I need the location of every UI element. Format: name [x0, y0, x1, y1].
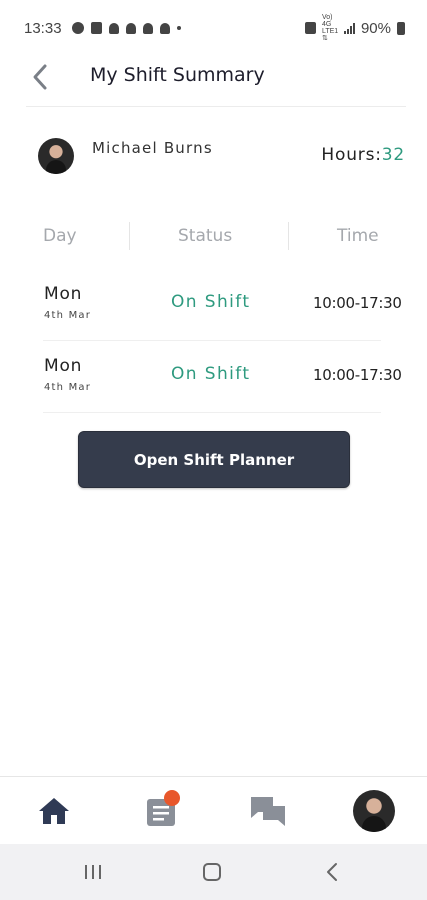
row-day: Mon — [44, 284, 83, 304]
alarm-icon — [304, 22, 316, 34]
recent-apps-icon — [85, 865, 101, 879]
status-bar: 13:33 Vo) 4G LTE1 ⇅ 90% — [0, 0, 427, 56]
notification-bell-icon — [142, 22, 153, 34]
hours-label: Hours: — [321, 145, 382, 165]
recent-apps-button[interactable] — [73, 856, 113, 888]
row-status: On Shift — [171, 292, 251, 312]
chevron-left-icon — [33, 64, 47, 90]
row-date: 4th Mar — [44, 310, 92, 321]
notification-bell-icon — [108, 22, 119, 34]
row-divider — [43, 412, 381, 413]
back-arrow-icon — [327, 863, 337, 881]
row-day: Mon — [44, 356, 83, 376]
header-divider — [26, 106, 406, 107]
row-divider — [43, 340, 381, 341]
home-icon — [39, 798, 69, 824]
battery-icon — [397, 21, 405, 35]
table-row[interactable]: Mon 4th Mar On Shift 10:00-17:30 — [0, 270, 427, 341]
column-header-status: Status — [178, 226, 233, 246]
account-icon — [71, 22, 84, 34]
profile-avatar — [353, 790, 395, 832]
app-header: My Shift Summary — [0, 50, 427, 106]
more-notifications-icon — [176, 26, 181, 30]
system-back-button[interactable] — [312, 856, 352, 888]
system-home-button[interactable] — [192, 856, 232, 888]
column-header-day: Day — [43, 226, 77, 246]
shift-table-header: Day Status Time — [0, 222, 427, 252]
open-shift-planner-button[interactable]: Open Shift Planner — [78, 431, 350, 488]
system-navigation-bar — [0, 844, 427, 900]
notification-bell-icon — [125, 22, 136, 34]
back-button[interactable] — [26, 62, 54, 92]
calendar-icon — [90, 22, 102, 34]
column-divider — [129, 222, 130, 250]
column-divider — [288, 222, 289, 250]
nav-messages[interactable] — [238, 777, 298, 845]
hours-summary: Hours: 32 — [321, 145, 405, 165]
status-right: Vo) 4G LTE1 ⇅ 90% — [304, 14, 405, 42]
notification-bell-icon — [159, 22, 170, 34]
nav-profile[interactable] — [344, 777, 404, 845]
status-left: 13:33 — [24, 20, 181, 37]
page-title: My Shift Summary — [90, 64, 265, 86]
hours-value: 32 — [381, 145, 405, 165]
status-time: 13:33 — [24, 19, 62, 37]
table-row[interactable]: Mon 4th Mar On Shift 10:00-17:30 — [0, 342, 427, 413]
battery-level: 90% — [360, 19, 391, 37]
home-square-icon — [203, 863, 221, 881]
user-name: Michael Burns — [92, 139, 213, 157]
notification-icons — [71, 22, 181, 34]
signal-icon — [343, 22, 355, 34]
avatar — [38, 138, 74, 174]
row-status: On Shift — [171, 364, 251, 384]
row-date: 4th Mar — [44, 382, 92, 393]
notification-badge — [164, 790, 180, 806]
row-time: 10:00-17:30 — [313, 366, 402, 384]
nav-documents[interactable] — [131, 777, 191, 845]
row-time: 10:00-17:30 — [313, 294, 402, 312]
column-header-time: Time — [337, 226, 379, 246]
nav-home[interactable] — [24, 777, 84, 845]
bottom-nav — [0, 776, 427, 844]
chat-icon — [251, 797, 285, 826]
network-label: Vo) 4G LTE1 ⇅ — [321, 14, 339, 42]
